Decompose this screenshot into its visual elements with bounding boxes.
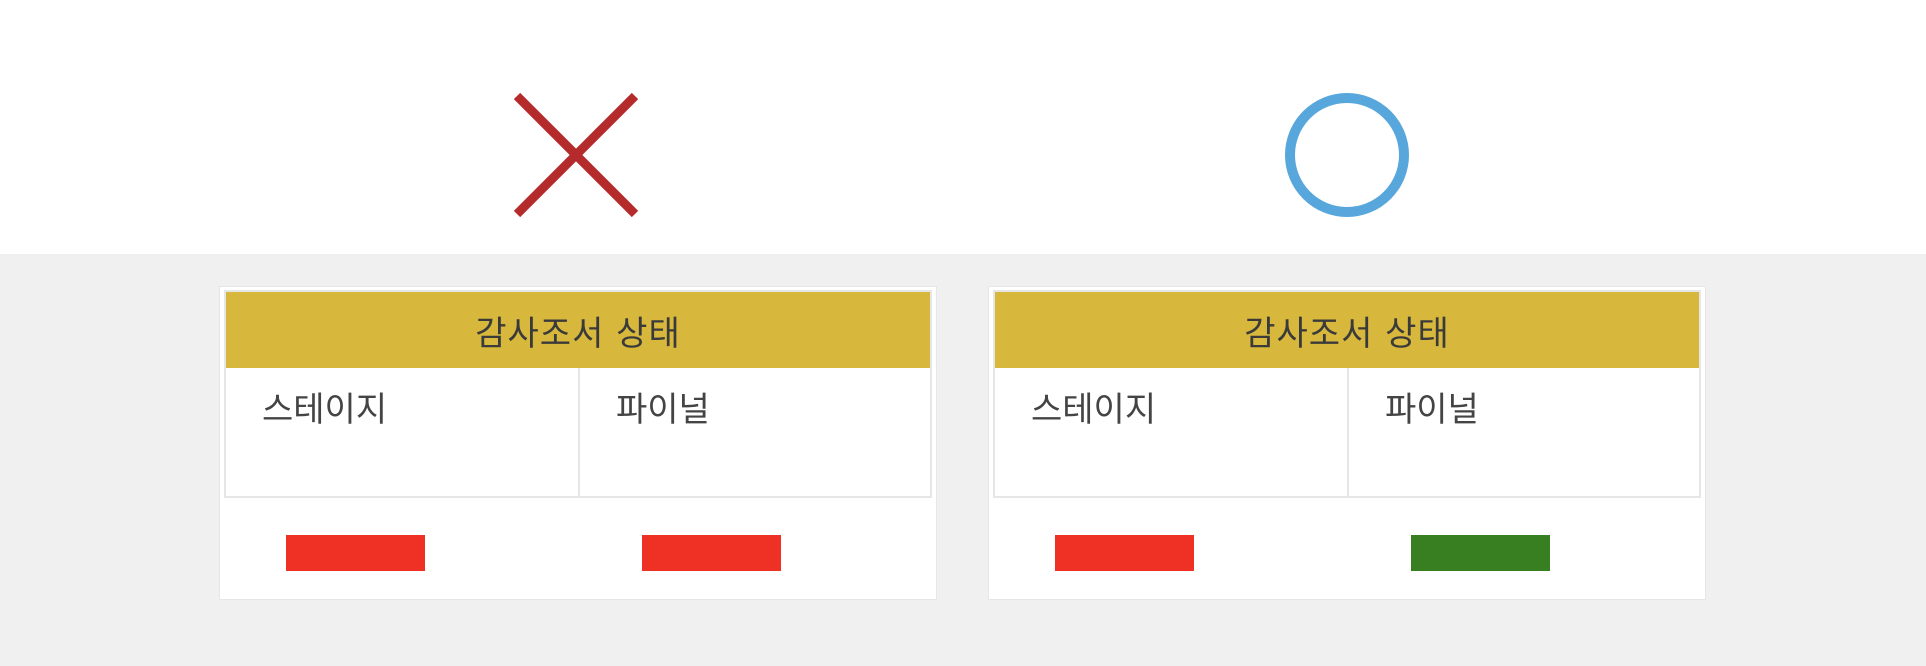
card-columns: 스테이지 파이널	[226, 368, 930, 496]
final-status-bar	[1411, 535, 1550, 571]
column-stage: 스테이지	[1031, 390, 1157, 430]
correct-example-panel: 감사조서 상태 스테이지 파이널	[988, 286, 1706, 600]
status-card: 감사조서 상태 스테이지 파이널	[993, 290, 1701, 498]
card-columns: 스테이지 파이널	[995, 368, 1699, 496]
card-title: 감사조서 상태	[995, 292, 1699, 368]
status-row	[220, 498, 936, 599]
top-area	[0, 0, 1926, 254]
final-status-bar	[642, 535, 781, 571]
status-card: 감사조서 상태 스테이지 파이널	[224, 290, 932, 498]
status-row	[989, 498, 1705, 599]
stage-status-bar	[1055, 535, 1194, 571]
column-final: 파이널	[1347, 368, 1699, 496]
column-final: 파이널	[578, 368, 930, 496]
column-stage: 스테이지	[262, 390, 388, 430]
wrong-example-panel: 감사조서 상태 스테이지 파이널	[219, 286, 937, 600]
stage-status-bar	[286, 535, 425, 571]
card-title: 감사조서 상태	[226, 292, 930, 368]
circle-icon	[1285, 93, 1409, 217]
cross-icon	[513, 92, 639, 218]
